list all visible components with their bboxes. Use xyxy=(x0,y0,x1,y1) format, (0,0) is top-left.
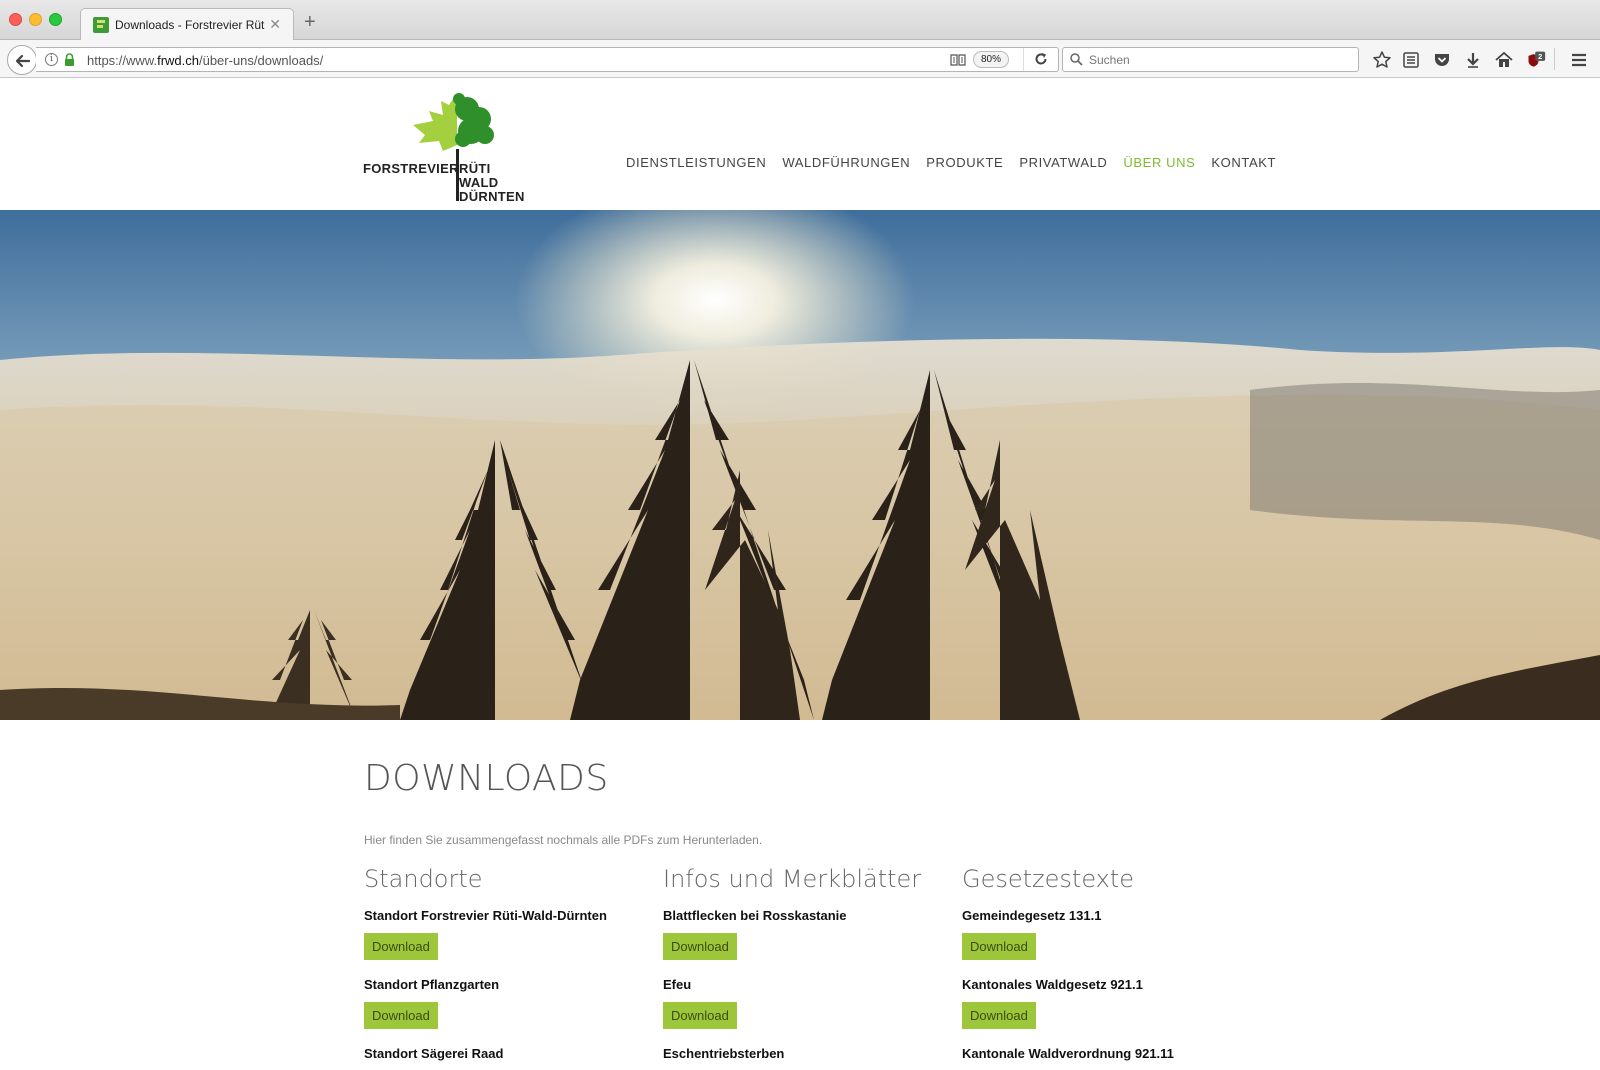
reader-view-icon[interactable] xyxy=(950,53,966,66)
address-bar[interactable]: i https://www.frwd.ch/über-uns/downloads… xyxy=(36,47,1059,72)
maple-tree-logo-icon xyxy=(413,93,494,151)
column-heading: Standorte xyxy=(364,865,483,893)
download-title: Gemeindegesetz 131.1 xyxy=(962,908,1102,923)
download-button[interactable]: Download xyxy=(364,933,438,960)
toolbar-separator xyxy=(1554,48,1555,70)
url-prefix: https://www. xyxy=(87,53,158,68)
browser-window: Downloads - Forstrevier Rüti-Wald-Dürnte… xyxy=(0,0,1600,1070)
search-bar[interactable] xyxy=(1062,47,1359,72)
download-button[interactable]: Download xyxy=(962,933,1036,960)
url-text[interactable]: https://www.frwd.ch/über-uns/downloads/ xyxy=(87,53,323,68)
column-gesetzestexte: Gesetzestexte Gemeindegesetz 131.1 Downl… xyxy=(962,865,1252,1070)
close-window-button[interactable] xyxy=(9,13,22,26)
column-heading: Gesetzestexte xyxy=(962,865,1135,893)
tab-strip: Downloads - Forstrevier Rüti-Wald-Dürnte… xyxy=(0,0,1600,41)
site-info-icon[interactable]: i xyxy=(45,53,58,66)
back-arrow-icon xyxy=(15,54,31,68)
lock-icon[interactable] xyxy=(64,53,75,66)
download-title: Kantonales Waldgesetz 921.1 xyxy=(962,977,1143,992)
nav-item-kontakt[interactable]: KONTAKT xyxy=(1211,155,1276,170)
page-title: DOWNLOADS xyxy=(364,758,609,799)
pocket-icon[interactable] xyxy=(1432,50,1452,70)
nav-item-dienstleistungen[interactable]: DIENSTLEISTUNGEN xyxy=(626,155,766,170)
bookmarks-list-icon[interactable] xyxy=(1401,50,1421,70)
new-tab-button[interactable]: + xyxy=(304,12,316,32)
hero-forest-fog-image xyxy=(0,210,1600,720)
tab-close-icon[interactable]: ✕ xyxy=(269,16,281,33)
column-heading: Infos und Merkblätter xyxy=(663,865,922,893)
bookmark-star-icon[interactable] xyxy=(1372,50,1392,70)
page-intro-text: Hier finden Sie zusammengefasst nochmals… xyxy=(364,833,763,847)
download-title: Eschentriebsterben xyxy=(663,1046,785,1061)
download-button[interactable]: Download xyxy=(364,1002,438,1029)
hero-image xyxy=(0,210,1600,720)
hamburger-menu-icon[interactable] xyxy=(1569,50,1589,70)
reload-button[interactable] xyxy=(1023,48,1058,71)
download-button[interactable]: Download xyxy=(663,933,737,960)
download-title: Efeu xyxy=(663,977,692,992)
download-title: Kantonale Waldverordnung 921.11 xyxy=(962,1046,1174,1061)
download-title: Blattflecken bei Rosskastanie xyxy=(663,908,847,923)
url-host: frwd.ch xyxy=(157,53,199,68)
column-standorte: Standorte Standort Forstrevier Rüti-Wald… xyxy=(364,865,654,1070)
browser-tab-downloads[interactable]: Downloads - Forstrevier Rüti-Wald-Dürnte… xyxy=(80,8,294,41)
back-button[interactable] xyxy=(7,45,37,75)
nav-item-produkte[interactable]: PRODUKTE xyxy=(926,155,1003,170)
column-infos-und-merkblaetter: Infos und Merkblätter Blattflecken bei R… xyxy=(663,865,953,1070)
nav-item-ueber-uns[interactable]: ÜBER UNS xyxy=(1123,155,1195,170)
download-button[interactable]: Download xyxy=(962,1002,1036,1029)
url-path: /über-uns/downloads/ xyxy=(198,53,324,68)
site-logo[interactable]: FORSTREVIER RÜTI WALD DÜRNTEN xyxy=(363,89,533,205)
main-navigation: DIENSTLEISTUNGEN WALDFÜHRUNGEN PRODUKTE … xyxy=(626,155,1292,170)
site-favicon-icon xyxy=(93,17,109,33)
nav-item-privatwald[interactable]: PRIVATWALD xyxy=(1019,155,1107,170)
download-icon[interactable] xyxy=(1463,50,1483,70)
web-page: FORSTREVIER RÜTI WALD DÜRNTEN DIENSTLEIS… xyxy=(0,79,1600,1070)
logo-text-duernten: DÜRNTEN xyxy=(459,189,525,204)
site-header: FORSTREVIER RÜTI WALD DÜRNTEN DIENSTLEIS… xyxy=(0,79,1600,210)
download-title: Standort Sägerei Raad xyxy=(364,1046,504,1061)
zoom-window-button[interactable] xyxy=(49,13,62,26)
download-title: Standort Pflanzgarten xyxy=(364,977,500,992)
download-button[interactable]: Download xyxy=(663,1002,737,1029)
search-icon xyxy=(1070,53,1083,66)
logo-text-rueti: RÜTI xyxy=(459,161,491,176)
ublock-badge-count: 2 xyxy=(1538,52,1542,61)
zoom-level-badge[interactable]: 80% xyxy=(973,51,1010,68)
minimize-window-button[interactable] xyxy=(29,13,42,26)
ublock-icon[interactable]: 2 xyxy=(1526,50,1546,70)
search-input[interactable] xyxy=(1089,51,1349,69)
navigation-toolbar: i https://www.frwd.ch/über-uns/downloads… xyxy=(0,40,1600,78)
download-title: Standort Forstrevier Rüti-Wald-Dürnten xyxy=(364,908,607,923)
logo-text-forstrevier: FORSTREVIER xyxy=(363,161,459,176)
logo-text-wald: WALD xyxy=(459,175,499,190)
nav-item-waldfuehrungen[interactable]: WALDFÜHRUNGEN xyxy=(782,155,910,170)
reload-icon xyxy=(1035,53,1047,65)
home-icon[interactable] xyxy=(1494,50,1514,70)
tab-title: Downloads - Forstrevier Rüti-Wald-Dürnte… xyxy=(115,18,265,32)
